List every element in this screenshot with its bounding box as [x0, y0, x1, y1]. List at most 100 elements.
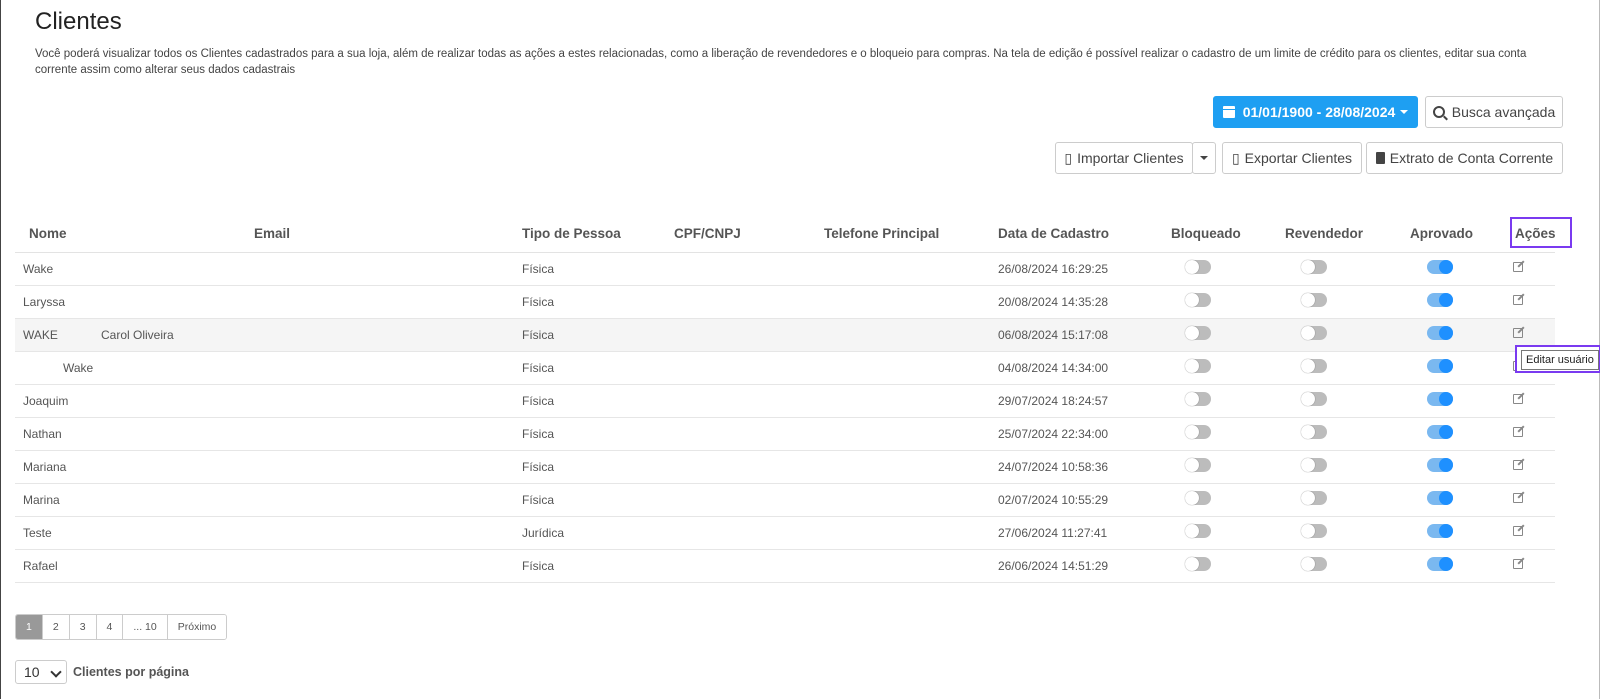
- toggle-revendedor[interactable]: [1301, 293, 1327, 307]
- toggle-bloqueado[interactable]: [1185, 557, 1211, 571]
- table-row[interactable]: Laryssa Física 20/08/2024 14:35:28: [15, 286, 1555, 319]
- import-options-dropdown[interactable]: [1192, 142, 1216, 174]
- toggle-aprovado[interactable]: [1427, 491, 1453, 505]
- pagination: 1 2 3 4 ... 10 Próximo: [15, 614, 228, 640]
- page-title: Clientes: [35, 8, 122, 35]
- cell-data-cadastro: 26/08/2024 16:29:25: [998, 262, 1109, 276]
- cell-nome: Teste: [23, 526, 52, 540]
- edit-icon[interactable]: [1513, 559, 1523, 569]
- column-header-telefone[interactable]: Telefone Principal: [824, 226, 939, 241]
- next-page-button[interactable]: Próximo: [167, 615, 227, 639]
- column-header-aprovado[interactable]: Aprovado: [1410, 226, 1473, 241]
- toggle-aprovado[interactable]: [1427, 326, 1453, 340]
- toggle-bloqueado[interactable]: [1185, 458, 1211, 472]
- chevron-down-icon: [50, 666, 62, 678]
- toggle-bloqueado[interactable]: [1185, 293, 1211, 307]
- toggle-revendedor[interactable]: [1301, 392, 1327, 406]
- edit-icon[interactable]: [1513, 460, 1523, 470]
- toggle-bloqueado[interactable]: [1185, 260, 1211, 274]
- account-statement-label: Extrato de Conta Corrente: [1389, 150, 1554, 166]
- cell-tipo-pessoa: Física: [522, 493, 555, 507]
- toggle-bloqueado[interactable]: [1185, 326, 1211, 340]
- upload-icon: ▯: [1064, 149, 1073, 166]
- cell-nome-secondary: Wake: [63, 361, 94, 375]
- toggle-aprovado[interactable]: [1427, 392, 1453, 406]
- column-header-data[interactable]: Data de Cadastro: [998, 226, 1109, 241]
- caret-down-icon: [1200, 156, 1208, 160]
- toggle-revendedor[interactable]: [1301, 491, 1327, 505]
- toggle-aprovado[interactable]: [1427, 458, 1453, 472]
- table-row[interactable]: Rafael Física 26/06/2024 14:51:29: [15, 550, 1555, 583]
- table-row[interactable]: WAKE Carol Oliveira Física 06/08/2024 15:17…: [15, 319, 1555, 352]
- cell-nome: Laryssa: [23, 295, 66, 309]
- cell-nome: Marina: [23, 493, 60, 507]
- cell-tipo-pessoa: Física: [522, 460, 555, 474]
- date-range-button[interactable]: 01/01/1900 - 28/08/2024: [1213, 96, 1418, 128]
- edit-icon[interactable]: [1513, 295, 1523, 305]
- column-header-cpf[interactable]: CPF/CNPJ: [674, 226, 741, 241]
- column-header-tipo[interactable]: Tipo de Pessoa: [522, 226, 621, 241]
- toggle-bloqueado[interactable]: [1185, 425, 1211, 439]
- tooltip: Editar usuário: [1515, 345, 1600, 373]
- edit-icon[interactable]: [1513, 493, 1523, 503]
- toggle-revendedor[interactable]: [1301, 326, 1327, 340]
- table-row[interactable]: Nathan Física 25/07/2024 22:34:00: [15, 418, 1555, 451]
- edit-icon[interactable]: [1513, 427, 1523, 437]
- page-2-button[interactable]: 2: [42, 615, 70, 639]
- toggle-aprovado[interactable]: [1427, 293, 1453, 307]
- edit-icon[interactable]: [1513, 526, 1523, 536]
- edit-icon[interactable]: [1513, 394, 1523, 404]
- toggle-revendedor[interactable]: [1301, 557, 1327, 571]
- toggle-revendedor[interactable]: [1301, 425, 1327, 439]
- page-3-button[interactable]: 3: [69, 615, 97, 639]
- toggle-aprovado[interactable]: [1427, 359, 1453, 373]
- column-header-revendedor[interactable]: Revendedor: [1285, 226, 1363, 241]
- import-clients-label: Importar Clientes: [1077, 150, 1184, 166]
- download-icon: ▯: [1231, 149, 1240, 166]
- column-header-bloqueado[interactable]: Bloqueado: [1171, 226, 1241, 241]
- cell-tipo-pessoa: Física: [522, 394, 555, 408]
- cell-tipo-pessoa: Física: [522, 328, 555, 342]
- toggle-revendedor[interactable]: [1301, 458, 1327, 472]
- table-row[interactable]: Wake Física 04/08/2024 14:34:00: [15, 352, 1555, 385]
- toggle-bloqueado[interactable]: [1185, 524, 1211, 538]
- import-clients-button[interactable]: ▯ Importar Clientes: [1055, 142, 1193, 174]
- cell-tipo-pessoa: Física: [522, 559, 555, 573]
- table-row[interactable]: Teste Jurídica 27/06/2024 11:27:41: [15, 517, 1555, 550]
- toggle-revendedor[interactable]: [1301, 359, 1327, 373]
- toggle-revendedor[interactable]: [1301, 260, 1327, 274]
- cell-tipo-pessoa: Física: [522, 427, 555, 441]
- cell-tipo-pessoa: Física: [522, 361, 555, 375]
- cell-data-cadastro: 27/06/2024 11:27:41: [998, 526, 1108, 540]
- toggle-bloqueado[interactable]: [1185, 491, 1211, 505]
- table-row[interactable]: Marina Física 02/07/2024 10:55:29: [15, 484, 1555, 517]
- cell-tipo-pessoa: Física: [522, 262, 555, 276]
- table-row[interactable]: Mariana Física 24/07/2024 10:58:36: [15, 451, 1555, 484]
- account-statement-button[interactable]: Extrato de Conta Corrente: [1366, 142, 1563, 174]
- cell-data-cadastro: 06/08/2024 15:17:08: [998, 328, 1109, 342]
- toggle-aprovado[interactable]: [1427, 524, 1453, 538]
- cell-nome: WAKE: [23, 328, 58, 342]
- table-row[interactable]: Joaquim Física 29/07/2024 18:24:57: [15, 385, 1555, 418]
- document-icon: [1375, 152, 1385, 164]
- toggle-bloqueado[interactable]: [1185, 359, 1211, 373]
- edit-icon[interactable]: [1513, 328, 1523, 338]
- toggle-aprovado[interactable]: [1427, 260, 1453, 274]
- toggle-aprovado[interactable]: [1427, 425, 1453, 439]
- page-1-button[interactable]: 1: [16, 615, 43, 639]
- per-page-select[interactable]: 10: [15, 660, 67, 684]
- cell-data-cadastro: 04/08/2024 14:34:00: [998, 361, 1109, 375]
- column-header-nome[interactable]: Nome: [29, 226, 67, 241]
- toggle-revendedor[interactable]: [1301, 524, 1327, 538]
- toggle-bloqueado[interactable]: [1185, 392, 1211, 406]
- page-4-button[interactable]: 4: [96, 615, 124, 639]
- window-left-border: [0, 0, 1, 699]
- edit-icon[interactable]: [1513, 262, 1523, 272]
- column-header-email[interactable]: Email: [254, 226, 290, 241]
- advanced-search-button[interactable]: Busca avançada: [1425, 96, 1563, 128]
- page-last-button[interactable]: ... 10: [123, 615, 168, 639]
- export-clients-button[interactable]: ▯ Exportar Clientes: [1222, 142, 1362, 174]
- toggle-aprovado[interactable]: [1427, 557, 1453, 571]
- table-row[interactable]: Wake Física 26/08/2024 16:29:25: [15, 253, 1555, 286]
- caret-down-icon: [1400, 110, 1409, 114]
